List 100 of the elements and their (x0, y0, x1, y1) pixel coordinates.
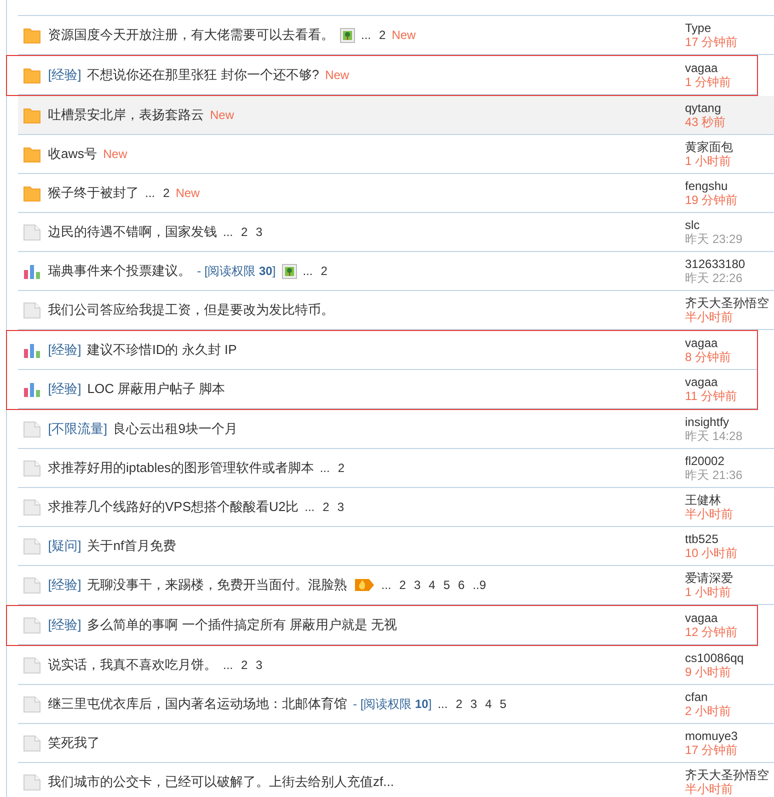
thread-title[interactable]: 继三里屯优衣库后，国内著名运动场地：北邮体育馆 (48, 694, 347, 714)
thread-title[interactable]: 瑞典事件来个投票建议。 (48, 261, 191, 281)
thread-title[interactable]: 建议不珍惜ID的 永久封 IP (87, 340, 237, 360)
author-name[interactable]: slc (685, 218, 774, 232)
page-link[interactable]: ... (438, 695, 448, 713)
thread-title[interactable]: 我们城市的公交卡，已经可以破解了。上街去给别人充值zf... (48, 772, 394, 792)
page-link[interactable]: 3 (414, 576, 421, 594)
page-link[interactable]: 3 (470, 695, 478, 713)
document-icon (23, 734, 41, 752)
author-name[interactable]: cs10086qq (685, 651, 774, 665)
post-time: 半小时前 (685, 782, 734, 796)
author-name[interactable]: vagaa (685, 61, 757, 75)
post-time: 19 分钟前 (685, 193, 739, 207)
category-link[interactable]: [经验] (48, 65, 82, 85)
category-link[interactable]: [经验] (48, 575, 82, 595)
category-link[interactable]: [经验] (48, 615, 82, 635)
author-name[interactable]: ttb525 (685, 532, 774, 546)
thread-title[interactable]: 不想说你还在那里张狂 封你一个还不够? (87, 65, 320, 85)
thread-title[interactable]: 资源国度今天开放注册，有大佬需要可以去看看。 (48, 25, 334, 45)
page-link[interactable]: ... (302, 262, 313, 280)
page-link[interactable]: 2 (338, 459, 345, 477)
page-link[interactable]: 4 (485, 695, 492, 713)
thread-title[interactable]: 收aws号 (48, 144, 98, 164)
author-name[interactable]: fl20002 (685, 454, 774, 468)
author-name[interactable]: vagaa (685, 611, 757, 625)
author-name[interactable]: momuye3 (685, 729, 774, 743)
document-icon (23, 576, 41, 594)
new-label: New (325, 67, 350, 84)
author-name[interactable]: 黄家面包 (685, 140, 774, 154)
thread-title[interactable]: 吐槽景安北岸，表扬套路云 (48, 105, 204, 125)
document-icon (23, 616, 41, 634)
page-link[interactable]: 2 (241, 223, 248, 241)
thread-title[interactable]: 笑死我了 (48, 733, 100, 753)
post-time: 10 小时前 (685, 546, 739, 560)
category-link[interactable]: [经验] (48, 379, 82, 399)
page-link[interactable]: ... (361, 26, 372, 44)
page-link[interactable]: 6 (458, 576, 465, 594)
thread-title[interactable]: 无聊没事干，来踢楼，免费开当面付。混脸熟 (87, 575, 348, 595)
thread-title[interactable]: 边民的待遇不错啊，国家发钱 (48, 222, 217, 242)
thread-title[interactable]: 我们公司答应给我提工资，但是要改为发比特币。 (48, 300, 334, 320)
folder-icon (23, 26, 41, 44)
thread-title[interactable]: 多么简单的事啊 一个插件搞定所有 屏蔽用户就是 无视 (87, 615, 398, 635)
document-icon (23, 302, 41, 318)
category-link[interactable]: [不限流量] (48, 419, 108, 439)
thread-title[interactable]: 求推荐好用的iptables的图形管理软件或者脚本 (48, 458, 314, 478)
category-link[interactable]: [经验] (48, 340, 82, 360)
author-name[interactable]: 齐天大圣孙悟空 (685, 768, 774, 782)
bar-chart-icon (23, 262, 41, 280)
page-link[interactable]: ... (223, 656, 234, 674)
thread-title[interactable]: 猴子终于被封了 (48, 183, 139, 203)
folder-icon (23, 106, 41, 124)
page-link[interactable]: 2 (320, 262, 328, 280)
category-link[interactable]: [疑问] (48, 536, 82, 556)
page-link[interactable]: 2 (379, 26, 386, 44)
page-link[interactable]: 3 (256, 223, 262, 241)
page-link[interactable]: ..9 (472, 576, 486, 594)
document-icon (23, 460, 41, 476)
page-link[interactable]: 2 (322, 498, 330, 516)
post-time: 8 分钟前 (685, 350, 732, 364)
page-link[interactable]: 4 (428, 576, 436, 594)
page-link[interactable]: ... (145, 184, 156, 202)
author-name[interactable]: Type (685, 21, 774, 35)
page-link[interactable]: ... (320, 459, 330, 477)
author-name[interactable]: 爱请深爱 (685, 571, 774, 585)
page-link[interactable]: ... (223, 223, 234, 241)
author-name[interactable]: vagaa (685, 336, 757, 350)
thread-title[interactable]: 求推荐几个线路好的VPS想搭个酸酸看U2比 (48, 497, 299, 517)
author-name[interactable]: cfan (685, 690, 774, 704)
page-link[interactable]: 5 (500, 695, 506, 713)
author-name[interactable]: 齐天大圣孙悟空 (685, 296, 774, 310)
page-link[interactable]: ... (381, 576, 392, 594)
new-label: New (103, 146, 128, 163)
document-icon (23, 696, 41, 712)
post-time: 9 小时前 (685, 665, 732, 679)
page-link[interactable]: 5 (443, 576, 450, 594)
folder-icon (23, 66, 41, 84)
author-name[interactable]: insightfy (685, 415, 774, 429)
post-time: 1 小时前 (685, 585, 732, 599)
page-link[interactable]: 2 (163, 184, 170, 202)
author-name[interactable]: vagaa (685, 375, 757, 389)
author-name[interactable]: qytang (685, 101, 774, 115)
author-name[interactable]: 312633180 (685, 257, 774, 271)
page-link[interactable]: 2 (241, 656, 248, 674)
thread-title[interactable]: 关于nf首月免费 (87, 536, 176, 556)
page-link[interactable]: 2 (399, 576, 406, 594)
page-link[interactable]: ... (304, 498, 315, 516)
thread-row[interactable]: 吐槽景安北岸，表扬套路云 New qytang 43 秒前 (18, 96, 774, 135)
author-name[interactable]: fengshu (685, 179, 774, 193)
author-name[interactable]: 王健林 (685, 493, 774, 507)
document-icon (23, 774, 41, 790)
page-link[interactable]: 2 (456, 695, 462, 713)
thread-title[interactable]: 良心云出租9块一个月 (113, 419, 238, 439)
bar-chart-icon (23, 342, 41, 358)
thread-title[interactable]: LOC 屏蔽用户帖子 脚本 (87, 379, 226, 399)
page-link[interactable]: 3 (256, 656, 262, 674)
post-time: 11 分钟前 (685, 389, 738, 403)
post-time: 1 小时前 (685, 154, 732, 168)
new-label: New (392, 27, 416, 44)
thread-title[interactable]: 说实话，我真不喜欢吃月饼。 (48, 655, 217, 675)
page-link[interactable]: 3 (337, 498, 344, 516)
